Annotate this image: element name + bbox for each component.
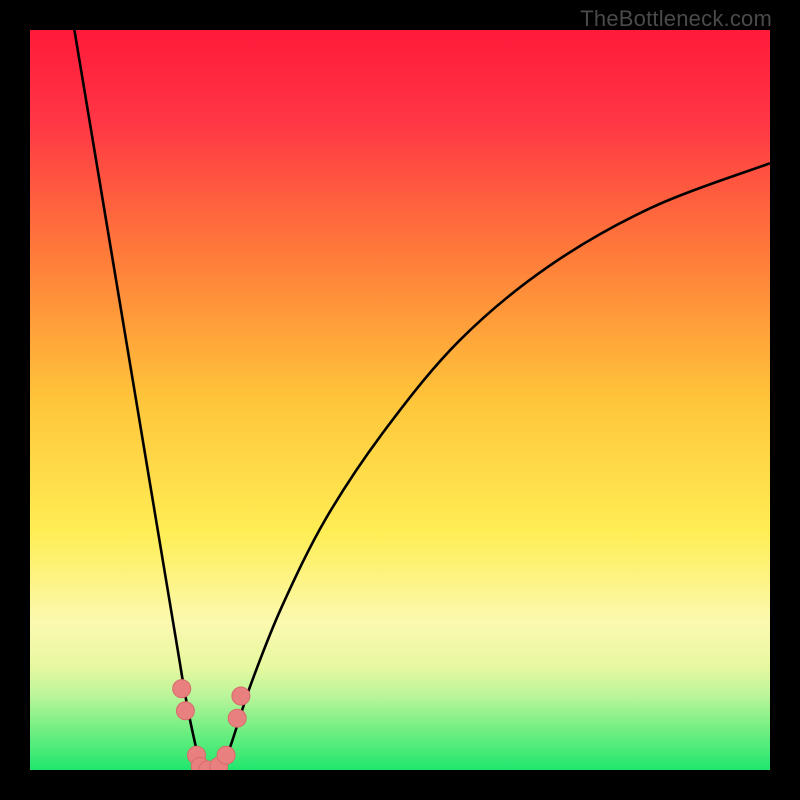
curve-marker	[228, 709, 246, 727]
bottleneck-curve-path	[74, 30, 770, 770]
curve-marker	[217, 746, 235, 764]
curve-marker	[232, 687, 250, 705]
watermark-text: TheBottleneck.com	[580, 6, 772, 32]
curve-marker	[176, 702, 194, 720]
curve-markers	[173, 680, 250, 770]
plot-area	[30, 30, 770, 770]
outer-frame: TheBottleneck.com	[0, 0, 800, 800]
chart-curve	[30, 30, 770, 770]
curve-marker	[173, 680, 191, 698]
